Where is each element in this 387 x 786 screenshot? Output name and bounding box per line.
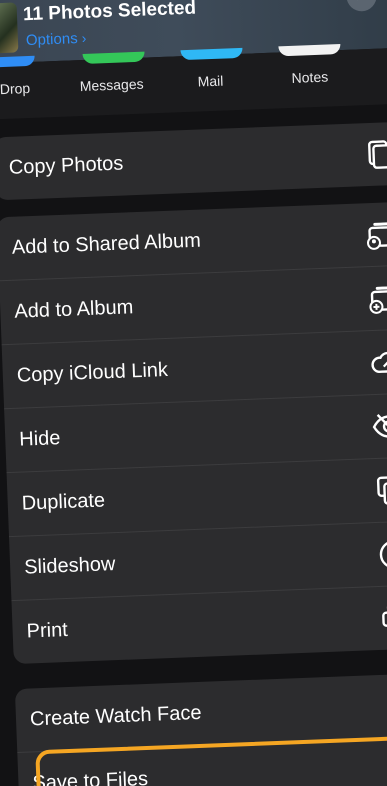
chevron-right-icon: › (81, 29, 87, 46)
action-group-main: Add to Shared Album Add to Album Copy iC… (0, 200, 387, 665)
copy-icon (360, 136, 387, 173)
icloud-link-icon (368, 344, 387, 381)
selection-title: 11 Photos Selected (22, 0, 197, 26)
action-label: Save to Files (32, 767, 149, 786)
action-label: Slideshow (23, 553, 116, 579)
messages-icon[interactable] (82, 51, 145, 64)
duplicate-icon (373, 472, 387, 509)
action-group-copy: Copy Photos (0, 120, 387, 201)
add-album-icon (365, 280, 387, 317)
action-label: Print (26, 618, 69, 643)
printer-icon (378, 600, 387, 637)
photo-thumbnail (0, 2, 19, 54)
action-label: Hide (18, 427, 61, 451)
action-copy-photos[interactable]: Copy Photos (0, 121, 387, 200)
action-label: Copy iCloud Link (16, 358, 169, 387)
options-label: Options (25, 30, 78, 50)
share-sheet: 11 Photos Selected Options› ✕ Drop Messa… (0, 0, 387, 786)
action-label: Add to Shared Album (11, 229, 202, 259)
notes-icon[interactable] (278, 44, 341, 57)
mail-icon[interactable] (180, 47, 243, 61)
action-label: Add to Album (13, 296, 134, 323)
options-link[interactable]: Options › (26, 30, 87, 49)
app-label-mail[interactable]: Mail (197, 73, 223, 90)
play-icon (375, 536, 387, 573)
folder-icon (384, 752, 387, 786)
action-label: Duplicate (21, 489, 106, 515)
action-label: Create Watch Face (29, 701, 202, 731)
action-group-extra: Create Watch Face Save to Files (14, 672, 387, 786)
app-label-notes[interactable]: Notes (291, 69, 328, 86)
action-label: Copy Photos (8, 152, 124, 179)
eye-slash-icon (370, 408, 387, 445)
watch-icon (381, 688, 387, 725)
close-icon: ✕ (354, 0, 369, 5)
close-button[interactable]: ✕ (345, 0, 378, 12)
share-sheet-screen: 11 Photos Selected Options› ✕ Drop Messa… (0, 0, 387, 786)
app-label-airdrop[interactable]: Drop (0, 80, 30, 97)
shared-album-icon (363, 216, 387, 253)
app-label-messages[interactable]: Messages (79, 76, 143, 94)
airdrop-icon[interactable] (0, 55, 35, 69)
